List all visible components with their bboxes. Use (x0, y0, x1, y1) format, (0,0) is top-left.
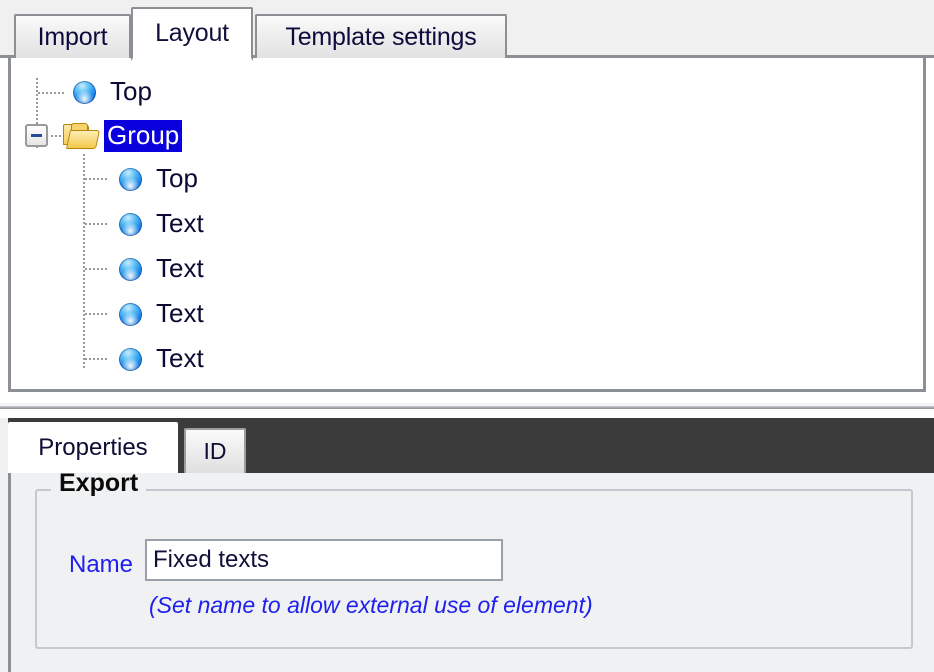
layout-panel: Import Layout Template settings Top Grou… (0, 0, 934, 400)
tab-id-label: ID (203, 438, 227, 464)
layout-tree-panel[interactable]: Top Group Top Text Text Text Text (8, 58, 926, 392)
layout-tree: Top Group Top Text Text Text Text (11, 58, 923, 389)
properties-body: Export Name (Set name to allow external … (8, 471, 934, 672)
tree-item-label: Text (156, 343, 204, 373)
tree-expander-group[interactable] (25, 124, 48, 147)
splitter-bar (0, 403, 934, 409)
tree-item-label: Group (104, 120, 183, 152)
blue-sphere-icon (119, 302, 142, 326)
tree-connector-vertical-children (83, 154, 85, 370)
blue-sphere-icon (119, 212, 142, 236)
tab-import[interactable]: Import (14, 14, 131, 58)
properties-panel: Properties ID Export Name (Set name to a… (0, 418, 934, 672)
tab-properties-label: Properties (38, 433, 148, 461)
export-groupbox: Export Name (Set name to allow external … (35, 471, 913, 649)
tree-item-text-3[interactable]: Text (119, 293, 207, 335)
blue-sphere-icon (73, 80, 96, 104)
tree-connector-horizontal-child-3 (85, 268, 109, 270)
tab-template-settings-label: Template settings (285, 22, 477, 51)
tree-connector-horizontal-child-2 (85, 223, 109, 225)
tree-item-group[interactable]: Group (63, 115, 183, 157)
tab-layout-label: Layout (155, 19, 229, 47)
tree-connector-horizontal-child-1 (85, 178, 109, 180)
name-field-hint: (Set name to allow external use of eleme… (149, 592, 593, 618)
tree-item-top-root[interactable]: Top (73, 71, 155, 113)
tree-connector-horizontal-child-4 (85, 313, 109, 315)
tree-item-text-1[interactable]: Text (119, 203, 207, 245)
top-tabstrip: Import Layout Template settings (0, 0, 934, 61)
properties-tabstrip: Properties ID (8, 418, 934, 473)
tree-connector-horizontal-child-5 (85, 358, 109, 360)
tree-item-label: Text (156, 208, 204, 238)
name-input[interactable] (145, 539, 503, 581)
export-groupbox-legend: Export (51, 471, 147, 496)
tab-import-label: Import (37, 22, 108, 51)
minus-icon (31, 134, 42, 137)
blue-sphere-icon (119, 347, 142, 371)
tree-item-label: Text (156, 298, 204, 328)
tree-item-text-2[interactable]: Text (119, 248, 207, 290)
tab-layout[interactable]: Layout (131, 7, 253, 61)
tree-item-text-4[interactable]: Text (119, 338, 207, 380)
tree-item-label: Top (110, 76, 152, 106)
tab-id[interactable]: ID (184, 428, 246, 473)
blue-sphere-icon (119, 257, 142, 281)
tree-connector-horizontal-root (38, 92, 64, 94)
open-folder-icon (63, 122, 101, 150)
name-field-label: Name (69, 551, 134, 578)
tab-template-settings[interactable]: Template settings (255, 14, 507, 58)
tree-item-label: Text (156, 253, 204, 283)
tree-item-label: Top (156, 163, 198, 193)
blue-sphere-icon (119, 167, 142, 191)
panel-splitter[interactable] (0, 394, 934, 418)
tree-item-top-child[interactable]: Top (119, 158, 201, 200)
tab-properties[interactable]: Properties (8, 422, 178, 473)
